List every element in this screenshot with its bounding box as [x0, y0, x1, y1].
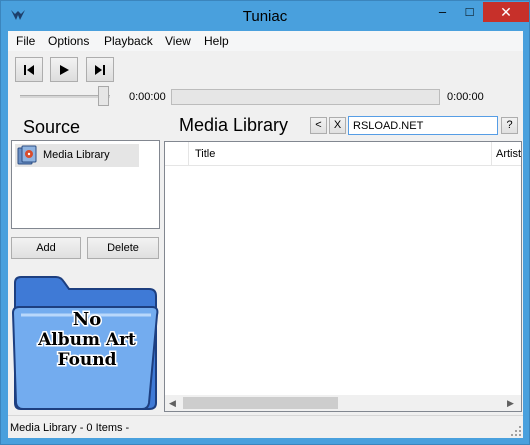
source-list[interactable]: Media Library: [11, 140, 160, 229]
seek-bar[interactable]: [171, 89, 440, 105]
skip-back-icon: [24, 65, 34, 75]
menubar: File Options Playback View Help: [8, 31, 523, 51]
maximize-button[interactable]: □: [456, 2, 483, 22]
source-item-media-library[interactable]: Media Library: [15, 144, 139, 167]
previous-track-button[interactable]: [15, 57, 43, 82]
track-list[interactable]: Title Artist ◀ ▶: [164, 141, 522, 412]
no-art-line3: Found: [57, 350, 116, 370]
close-button[interactable]: ✕: [483, 2, 529, 22]
help-button[interactable]: ?: [501, 117, 518, 134]
play-button[interactable]: [50, 57, 78, 82]
menu-file[interactable]: File: [16, 34, 35, 48]
search-input[interactable]: [348, 116, 498, 135]
scroll-right-icon[interactable]: ▶: [507, 398, 514, 409]
volume-slider-thumb[interactable]: [98, 86, 109, 106]
column-header-selector[interactable]: [165, 142, 189, 166]
library-heading: Media Library: [179, 115, 289, 135]
total-time: 0:00:00: [447, 91, 484, 103]
menu-help[interactable]: Help: [204, 34, 229, 48]
resize-grip-icon[interactable]: [511, 426, 521, 436]
minimize-button[interactable]: –: [429, 2, 456, 22]
play-icon: [60, 65, 69, 75]
back-button[interactable]: <: [310, 117, 327, 134]
scroll-left-icon[interactable]: ◀: [169, 398, 176, 409]
scrollbar-thumb[interactable]: [183, 397, 338, 409]
source-item-label: Media Library: [43, 149, 110, 161]
app-window: Tuniac – □ ✕ File Options Playback View …: [0, 0, 530, 445]
column-header-title-label: Title: [195, 148, 216, 160]
source-heading: Source: [23, 117, 81, 137]
horizontal-scrollbar[interactable]: ◀ ▶: [165, 395, 521, 411]
clear-filter-button[interactable]: X: [329, 117, 346, 134]
media-library-icon: [17, 145, 37, 165]
statusbar: Media Library - 0 Items -: [8, 415, 523, 438]
client-area: File Options Playback View Help 0:00:00 …: [8, 31, 523, 438]
menu-options[interactable]: Options: [48, 34, 89, 48]
delete-source-button[interactable]: Delete: [87, 237, 159, 259]
column-header-artist[interactable]: Artist: [493, 142, 522, 166]
volume-slider-track[interactable]: [20, 95, 110, 98]
next-track-button[interactable]: [86, 57, 114, 82]
column-header-title[interactable]: Title: [189, 142, 492, 166]
titlebar[interactable]: Tuniac – □ ✕: [1, 1, 529, 31]
menu-view[interactable]: View: [165, 34, 191, 48]
no-art-line1: No: [73, 309, 101, 330]
skip-forward-icon: [95, 65, 105, 75]
no-art-line2: Album Art: [37, 330, 136, 350]
status-text: Media Library - 0 Items -: [10, 422, 130, 434]
no-album-art-image: No Album Art Found: [11, 276, 159, 410]
elapsed-time: 0:00:00: [129, 91, 166, 103]
column-header-row: Title Artist: [165, 142, 521, 166]
add-source-button[interactable]: Add: [11, 237, 81, 259]
menu-playback[interactable]: Playback: [104, 34, 153, 48]
column-header-artist-label: Artist: [496, 148, 522, 160]
